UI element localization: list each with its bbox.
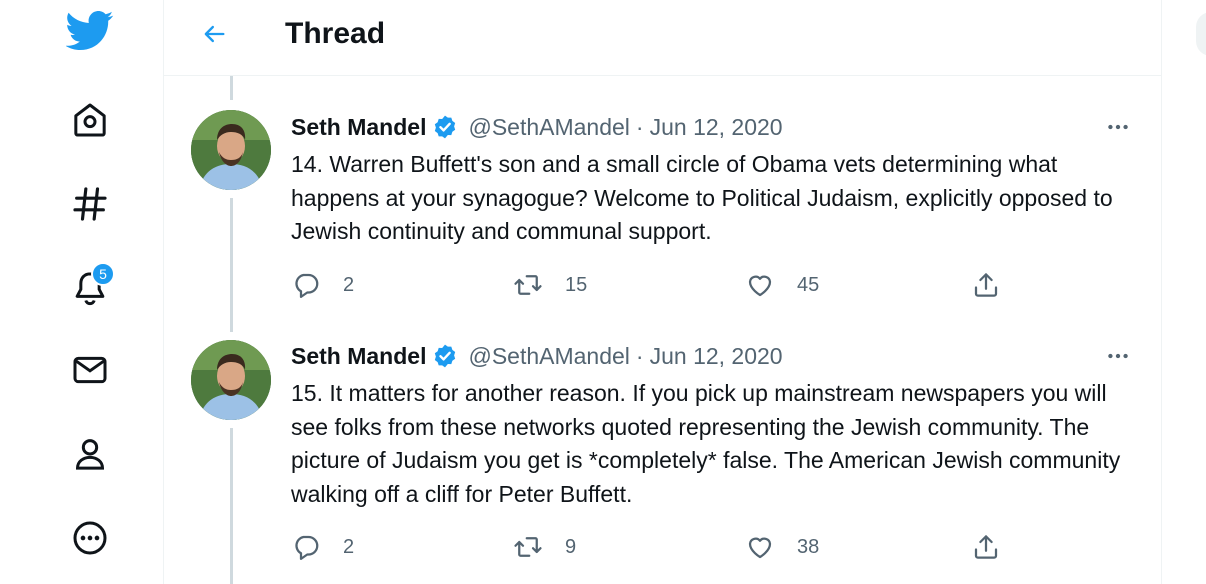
tweet-header: Seth Mandel @SethAMandel · Jun 12, 2020: [291, 341, 783, 371]
thread-connector-line: [230, 76, 233, 100]
reply-button[interactable]: 2: [291, 530, 354, 564]
tweet-date[interactable]: Jun 12, 2020: [650, 343, 783, 370]
notification-count-badge: 5: [91, 262, 115, 286]
page-title: Thread: [285, 17, 386, 50]
reply-count: 2: [343, 535, 355, 558]
like-heart-icon: [748, 275, 772, 297]
retweet-count: 15: [565, 273, 588, 296]
twitter-logo-icon[interactable]: [62, 2, 118, 58]
reply-icon: [295, 273, 319, 298]
avatar[interactable]: [191, 340, 271, 420]
share-icon: [974, 273, 998, 297]
left-navigation: 5: [0, 0, 164, 584]
share-button[interactable]: [971, 530, 1001, 564]
author-handle[interactable]: @SethAMandel: [468, 114, 629, 141]
separator-dot: ·: [635, 342, 644, 369]
tweet-actions: 2 15 45: [291, 268, 1011, 302]
retweet-count: 9: [565, 535, 577, 558]
tweet[interactable]: Seth Mandel @SethAMandel · Jun 12, 2020 …: [164, 110, 1162, 330]
retweet-button[interactable]: 15: [513, 268, 587, 302]
more-circle-icon[interactable]: [62, 510, 118, 566]
more-dots-icon[interactable]: [1098, 341, 1138, 371]
back-arrow-icon[interactable]: [194, 14, 234, 54]
share-icon: [974, 535, 998, 559]
tweet-text: 14. Warren Buffett's son and a small cir…: [291, 151, 1113, 244]
thread-header: Thread: [164, 0, 1162, 76]
tweet[interactable]: Seth Mandel @SethAMandel · Jun 12, 2020 …: [164, 340, 1162, 584]
like-button[interactable]: 38: [745, 530, 819, 564]
author-handle[interactable]: @SethAMandel: [468, 343, 629, 370]
right-sidebar-search-edge[interactable]: [1196, 12, 1206, 56]
retweet-icon: [514, 537, 542, 557]
like-button[interactable]: 45: [745, 268, 819, 302]
tweet-header: Seth Mandel @SethAMandel · Jun 12, 2020: [291, 112, 783, 142]
tweet-text: 15. It matters for another reason. If yo…: [291, 380, 1121, 507]
notifications-bell-icon[interactable]: 5: [62, 260, 118, 316]
explore-hashtag-icon[interactable]: [62, 176, 118, 232]
retweet-button[interactable]: 9: [513, 530, 576, 564]
retweet-icon: [514, 275, 542, 295]
tweet-actions: 2 9 38: [291, 530, 1011, 564]
author-name[interactable]: Seth Mandel: [291, 343, 426, 370]
reply-count: 2: [343, 273, 355, 296]
like-heart-icon: [748, 537, 772, 559]
like-count: 38: [797, 535, 820, 558]
like-count: 45: [797, 273, 820, 296]
reply-button[interactable]: 2: [291, 268, 354, 302]
avatar[interactable]: [191, 110, 271, 190]
home-icon[interactable]: [62, 92, 118, 148]
profile-icon[interactable]: [62, 426, 118, 482]
author-name[interactable]: Seth Mandel: [291, 114, 426, 141]
reply-icon: [295, 535, 319, 560]
verified-badge-icon: [435, 344, 456, 368]
messages-envelope-icon[interactable]: [62, 342, 118, 398]
separator-dot: ·: [635, 113, 644, 140]
verified-badge-icon: [435, 115, 456, 139]
more-dots-icon[interactable]: [1098, 112, 1138, 142]
tweet-date[interactable]: Jun 12, 2020: [650, 114, 783, 141]
main-column: Thread Seth Mandel @SethAMandel · Jun 12…: [164, 0, 1162, 584]
share-button[interactable]: [971, 268, 1001, 302]
